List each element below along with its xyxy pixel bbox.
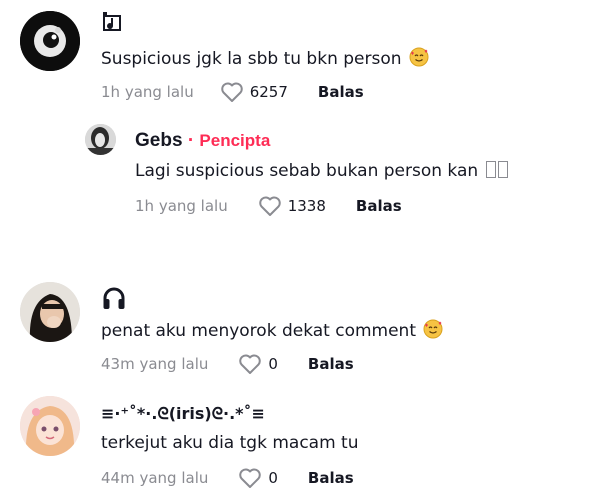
- like-button[interactable]: 6257: [220, 81, 288, 103]
- heart-icon: [239, 468, 262, 488]
- avatar-image: [85, 124, 116, 155]
- username[interactable]: ≡·⁺˚*·.ᘓ(iris)ᘓ·.*˚≡: [101, 404, 265, 424]
- comment-text: Lagi suspicious sebab bukan person kan: [135, 161, 508, 181]
- smiling-face-with-hearts-icon: [409, 47, 429, 72]
- like-button[interactable]: 0: [238, 467, 278, 489]
- smiling-face-with-hearts-icon: [423, 319, 443, 344]
- creator-badge: Pencipta: [199, 131, 271, 150]
- like-count: 1338: [287, 197, 326, 215]
- comment-meta: 44m yang lalu 0 Balas: [101, 467, 354, 489]
- comment-meta: 1h yang lalu 6257 Balas: [101, 81, 364, 103]
- comment-meta: 1h yang lalu 1338 Balas: [135, 195, 402, 217]
- timestamp: 1h yang lalu: [101, 83, 194, 101]
- avatar[interactable]: [20, 396, 80, 456]
- comment-text: penat aku menyorok dekat comment: [101, 319, 443, 344]
- music-note-icon: [101, 12, 123, 39]
- avatar[interactable]: [20, 282, 80, 342]
- reply-button[interactable]: Balas: [356, 197, 402, 215]
- reply-button[interactable]: Balas: [308, 355, 354, 373]
- like-button[interactable]: 1338: [258, 195, 326, 217]
- unknown-glyph-icon: [485, 161, 496, 178]
- like-count: 0: [268, 469, 278, 487]
- avatar-image: [20, 11, 80, 71]
- reply-button[interactable]: Balas: [318, 83, 364, 101]
- unknown-glyph-icon: [497, 161, 508, 178]
- username[interactable]: Gebs · Pencipta: [135, 130, 270, 152]
- like-count: 6257: [249, 83, 288, 101]
- like-count: 0: [268, 355, 278, 373]
- reply-button[interactable]: Balas: [308, 469, 354, 487]
- timestamp: 1h yang lalu: [135, 197, 228, 215]
- headphones-icon: [101, 285, 127, 316]
- timestamp: 43m yang lalu: [101, 355, 209, 373]
- avatar-image: [20, 396, 80, 456]
- avatar-image: [20, 282, 80, 342]
- avatar[interactable]: [20, 11, 80, 71]
- like-button[interactable]: 0: [238, 353, 278, 375]
- heart-icon: [220, 82, 243, 102]
- heart-icon: [258, 196, 281, 216]
- timestamp: 44m yang lalu: [101, 469, 209, 487]
- separator: ·: [187, 130, 195, 151]
- comment-text: Suspicious jgk la sbb tu bkn person: [101, 47, 429, 72]
- avatar[interactable]: [85, 124, 116, 155]
- comment-text: terkejut aku dia tgk macam tu: [101, 433, 359, 453]
- comment-meta: 43m yang lalu 0 Balas: [101, 353, 354, 375]
- heart-icon: [239, 354, 262, 374]
